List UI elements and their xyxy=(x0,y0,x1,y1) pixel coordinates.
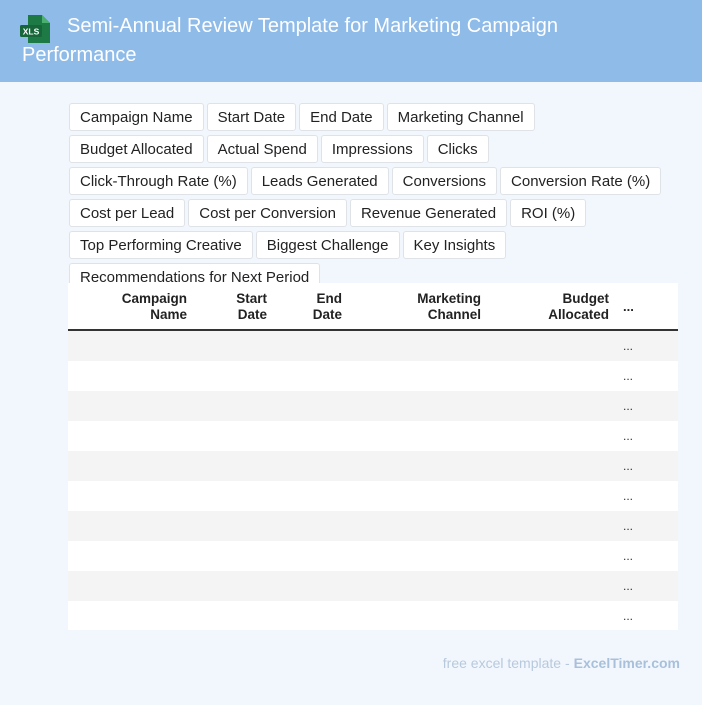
row-more-cell: ... xyxy=(623,399,634,413)
table-row: ... xyxy=(68,361,678,391)
field-chip[interactable]: Top Performing Creative xyxy=(69,231,253,259)
field-chip[interactable]: Cost per Conversion xyxy=(188,199,347,227)
field-chip[interactable]: Clicks xyxy=(426,135,489,163)
column-header-marketing-channel: Marketing Channel xyxy=(417,291,481,322)
page-header: XLS Semi-Annual Review Template for Mark… xyxy=(0,0,702,82)
table-row: ... xyxy=(68,601,678,631)
table-row: ... xyxy=(68,331,678,361)
field-chip[interactable]: Marketing Channel xyxy=(386,103,535,131)
row-more-cell: ... xyxy=(623,459,634,473)
row-more-cell: ... xyxy=(623,429,634,443)
data-table: Campaign Name Start Date End Date Marketing… xyxy=(68,283,678,630)
table-header: Campaign Name Start Date End Date Marketing… xyxy=(68,283,678,331)
column-header-start-date: Start Date xyxy=(236,291,267,322)
field-chip[interactable]: Campaign Name xyxy=(69,103,204,131)
footer-brand-link[interactable]: ExcelTimer.com xyxy=(574,655,680,671)
field-chip[interactable]: ROI (%) xyxy=(510,199,587,227)
footer-credit: free excel template - ExcelTimer.com xyxy=(443,655,680,671)
footer-text: free excel template - xyxy=(442,655,570,671)
row-more-cell: ... xyxy=(623,579,634,593)
table-row: ... xyxy=(68,571,678,601)
field-chip[interactable]: Biggest Challenge xyxy=(255,231,400,259)
column-header-more: ... xyxy=(623,299,634,314)
row-more-cell: ... xyxy=(623,489,634,503)
row-more-cell: ... xyxy=(623,549,634,563)
table-row: ... xyxy=(68,481,678,511)
field-chip[interactable]: Leads Generated xyxy=(250,167,389,195)
field-chip[interactable]: Conversion Rate (%) xyxy=(500,167,662,195)
row-more-cell: ... xyxy=(623,519,634,533)
page-title: Semi-Annual Review Template for Marketin… xyxy=(22,15,558,66)
row-more-cell: ... xyxy=(623,369,634,383)
field-chip[interactable]: Click-Through Rate (%) xyxy=(69,167,248,195)
field-chip[interactable]: Key Insights xyxy=(402,231,507,259)
table-row: ... xyxy=(68,541,678,571)
field-chip[interactable]: Impressions xyxy=(320,135,424,163)
field-chip[interactable]: Conversions xyxy=(391,167,498,195)
field-chip-list: Campaign Name Start Date End Date Marketing… xyxy=(69,103,669,291)
table-row: ... xyxy=(68,451,678,481)
row-more-cell: ... xyxy=(623,609,634,623)
column-header-end-date: End Date xyxy=(312,291,342,322)
field-chip[interactable]: Revenue Generated xyxy=(349,199,508,227)
column-header-budget-allocated: Budget Allocated xyxy=(548,291,609,322)
table-row: ... xyxy=(68,391,678,421)
field-chip[interactable]: Cost per Lead xyxy=(69,199,186,227)
field-chip[interactable]: Actual Spend xyxy=(206,135,318,163)
field-chip[interactable]: Start Date xyxy=(206,103,297,131)
field-chip[interactable]: End Date xyxy=(299,103,384,131)
row-more-cell: ... xyxy=(623,339,634,353)
table-row: ... xyxy=(68,421,678,451)
field-chip[interactable]: Budget Allocated xyxy=(69,135,204,163)
table-row: ... xyxy=(68,511,678,541)
column-header-campaign-name: Campaign Name xyxy=(121,291,187,322)
